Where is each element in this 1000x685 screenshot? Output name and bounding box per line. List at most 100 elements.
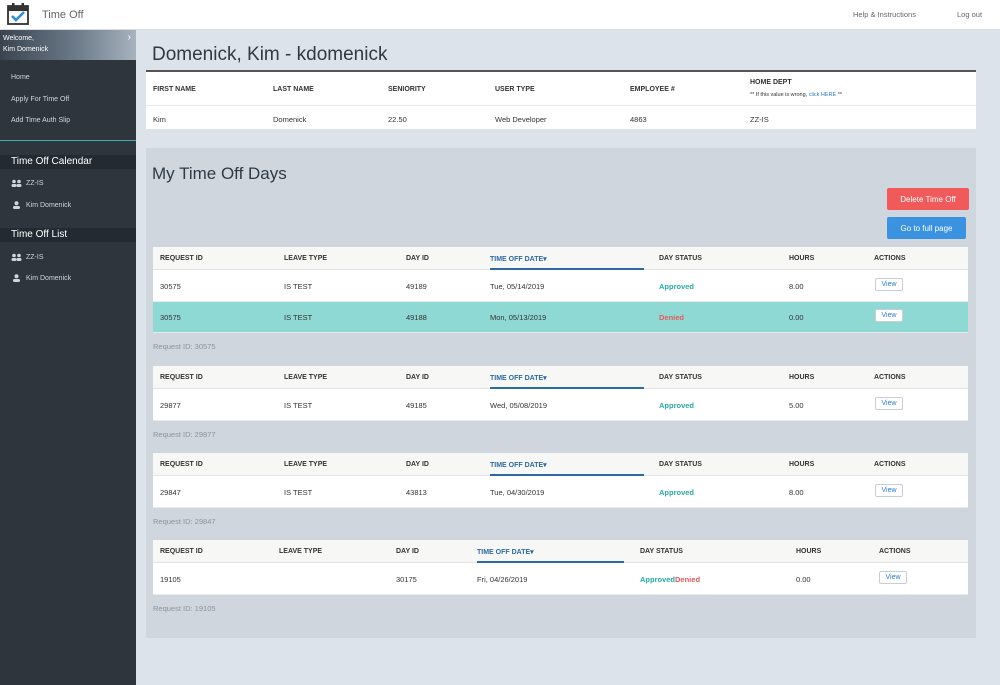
table-row[interactable]: 29847 IS TEST 43813 Tue, 04/30/2019 Appr… [153, 477, 968, 508]
col-hours: HOURS [796, 548, 822, 555]
status-approved: Approved [640, 575, 676, 584]
view-button[interactable]: View [875, 484, 903, 497]
cell-leave-type: IS TEST [284, 488, 313, 497]
col-time-off-date-label: TIME OFF DATE [490, 375, 544, 382]
group-icon [11, 179, 22, 187]
go-to-full-page-button[interactable]: Go to full page [887, 217, 966, 239]
header-seniority: SENIORITY [388, 86, 426, 93]
delete-time-off-button[interactable]: Delete Time Off [887, 188, 969, 210]
sort-desc-icon: ▾ [530, 549, 534, 556]
cell-day-id: 30175 [396, 575, 417, 584]
view-button[interactable]: View [875, 309, 903, 322]
table-header: REQUEST ID LEAVE TYPE DAY ID TIME OFF DA… [153, 247, 968, 270]
cell-request-id: 19105 [160, 575, 181, 584]
col-actions: ACTIONS [874, 255, 906, 262]
col-day-status: DAY STATUS [659, 374, 702, 381]
welcome-label: Welcome, [3, 35, 34, 42]
cell-date: Mon, 05/13/2019 [490, 313, 547, 322]
note-suffix: ** [837, 92, 843, 98]
table-header: REQUEST ID LEAVE TYPE DAY ID TIME OFF DA… [153, 366, 968, 389]
view-button[interactable]: View [875, 397, 903, 410]
col-time-off-date[interactable]: TIME OFF DATE▾ [477, 548, 534, 556]
status-approved: Approved [659, 282, 695, 291]
table-row[interactable]: 30575 IS TEST 49188 Mon, 05/13/2019 Deni… [153, 302, 968, 333]
header-last-name: LAST NAME [273, 86, 314, 93]
col-time-off-date[interactable]: TIME OFF DATE▾ [490, 374, 547, 382]
value-user-type: Web Developer [495, 115, 547, 124]
user-icon [13, 274, 20, 282]
sidebar-item-add-time-auth-slip[interactable]: Add Time Auth Slip [11, 117, 70, 124]
user-icon [13, 201, 20, 209]
sidebar-item-apply-time-off[interactable]: Apply For Time Off [11, 96, 69, 103]
logout-link[interactable]: Log out [957, 10, 982, 19]
welcome-banner: Welcome, Kim Domenick › [0, 30, 136, 60]
cell-hours: 8.00 [789, 282, 804, 291]
calendar-group-item[interactable]: ZZ-IS [11, 179, 44, 187]
col-day-id: DAY ID [406, 255, 429, 262]
request-id-note: Request ID: 29877 [153, 430, 216, 439]
col-request-id: REQUEST ID [160, 548, 203, 555]
col-day-id: DAY ID [396, 548, 419, 555]
col-day-id: DAY ID [406, 374, 429, 381]
click-here-link[interactable]: click HERE [809, 92, 837, 98]
cell-day-id: 49188 [406, 313, 427, 322]
col-leave-type: LEAVE TYPE [284, 374, 328, 381]
cell-day-status: Approved [659, 488, 694, 497]
col-hours: HOURS [789, 255, 815, 262]
calendar-person-label: Kim Domenick [26, 201, 72, 209]
status-approved: Approved [659, 488, 695, 497]
col-request-id: REQUEST ID [160, 461, 203, 468]
list-group-label: ZZ-IS [26, 253, 44, 261]
list-person-item[interactable]: Kim Domenick [11, 274, 71, 282]
calendar-person-item[interactable]: Kim Domenick [11, 201, 71, 209]
cell-day-status: Approved [659, 401, 694, 410]
calendar-check-icon[interactable] [6, 2, 30, 26]
help-link[interactable]: Help & Instructions [853, 10, 916, 19]
col-hours: HOURS [789, 374, 815, 381]
status-denied: Denied [659, 313, 685, 322]
sort-underline [477, 561, 624, 563]
cell-day-id: 49189 [406, 282, 427, 291]
employee-info-card: FIRST NAME LAST NAME SENIORITY USER TYPE… [146, 70, 976, 129]
cell-request-id: 29877 [160, 401, 181, 410]
view-button[interactable]: View [879, 571, 907, 584]
value-employee-number: 4863 [630, 115, 647, 124]
calendar-group-label: ZZ-IS [26, 179, 44, 187]
table-row[interactable]: 30575 IS TEST 49189 Tue, 05/14/2019 Appr… [153, 271, 968, 302]
header-first-name: FIRST NAME [153, 86, 196, 93]
cell-date: Fri, 04/26/2019 [477, 575, 528, 584]
list-group-item[interactable]: ZZ-IS [11, 253, 44, 261]
col-hours: HOURS [789, 461, 815, 468]
sort-underline [490, 474, 644, 476]
home-dept-note: ** If this value is wrong, click HERE ** [750, 92, 842, 98]
value-first-name: Kim [153, 115, 166, 124]
header-user-type: USER TYPE [495, 86, 535, 93]
cell-hours: 8.00 [789, 488, 804, 497]
request-id-note: Request ID: 30575 [153, 342, 216, 351]
sort-desc-icon: ▾ [543, 375, 547, 382]
sidebar-divider [0, 140, 136, 141]
chevron-right-icon[interactable]: › [128, 32, 131, 43]
col-leave-type: LEAVE TYPE [284, 255, 328, 262]
request-table-29877: REQUEST ID LEAVE TYPE DAY ID TIME OFF DA… [153, 366, 968, 421]
cell-leave-type: IS TEST [284, 313, 313, 322]
table-row[interactable]: 29877 IS TEST 49185 Wed, 05/08/2019 Appr… [153, 390, 968, 421]
cell-hours: 5.00 [789, 401, 804, 410]
cell-date: Tue, 05/14/2019 [490, 282, 545, 291]
value-seniority: 22.50 [388, 115, 407, 124]
cell-day-status: Approved [659, 282, 694, 291]
col-actions: ACTIONS [874, 374, 906, 381]
cell-request-id: 29847 [160, 488, 181, 497]
col-time-off-date[interactable]: TIME OFF DATE▾ [490, 461, 547, 469]
col-actions: ACTIONS [879, 548, 911, 555]
view-button[interactable]: View [875, 278, 903, 291]
info-divider [146, 105, 976, 106]
table-row[interactable]: 19105 30175 Fri, 04/26/2019 ApprovedDeni… [153, 564, 968, 595]
col-day-status: DAY STATUS [659, 255, 702, 262]
col-time-off-date[interactable]: TIME OFF DATE▾ [490, 255, 547, 263]
cell-day-status: Denied [659, 313, 684, 322]
col-request-id: REQUEST ID [160, 255, 203, 262]
cell-leave-type: IS TEST [284, 282, 313, 291]
status-approved: Approved [659, 401, 695, 410]
sidebar-item-home[interactable]: Home [11, 74, 30, 81]
